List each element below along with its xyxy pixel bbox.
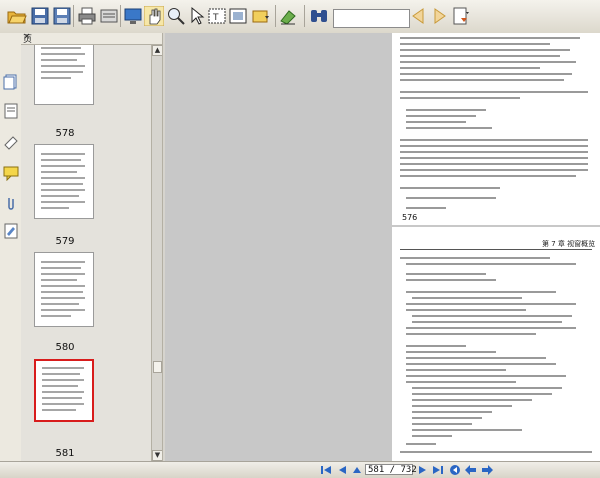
toolbar-separator bbox=[73, 5, 74, 27]
back-arrow-icon[interactable] bbox=[465, 464, 477, 476]
page-up-icon[interactable] bbox=[351, 464, 363, 476]
zoom-tool-icon[interactable] bbox=[166, 6, 186, 26]
svg-text:T: T bbox=[212, 13, 219, 23]
document-view[interactable]: 576 第 7 章 视窗概览 bbox=[165, 33, 600, 461]
search-input[interactable] bbox=[333, 9, 410, 28]
page-thumbnail-panel: 页 × 578 579 580 581 ▲ ▼ bbox=[21, 32, 163, 461]
last-page-icon[interactable] bbox=[432, 464, 444, 476]
comments-icon[interactable] bbox=[3, 165, 19, 181]
attachments-icon[interactable] bbox=[3, 134, 19, 150]
binoculars-icon[interactable] bbox=[309, 6, 329, 26]
page-thumbnail[interactable] bbox=[34, 144, 94, 219]
print-icon[interactable] bbox=[77, 6, 97, 26]
open-folder-icon[interactable] bbox=[7, 6, 27, 26]
status-bar: 581 / 732 bbox=[0, 461, 600, 478]
page-number-input[interactable]: 581 / 732 bbox=[365, 464, 417, 475]
paperclip-icon[interactable] bbox=[3, 195, 19, 211]
toolbar: T bbox=[0, 0, 600, 34]
bookmark-icon[interactable] bbox=[451, 6, 471, 26]
page-number: 576 bbox=[402, 213, 418, 222]
page-thumbnail[interactable] bbox=[34, 252, 94, 327]
eraser-icon[interactable] bbox=[278, 6, 298, 26]
scrollbar-thumb[interactable] bbox=[153, 361, 162, 373]
prev-result-icon[interactable] bbox=[409, 6, 429, 26]
save-icon[interactable] bbox=[30, 6, 50, 26]
select-tool-icon[interactable] bbox=[187, 6, 207, 26]
panel-header: 页 × bbox=[21, 32, 162, 45]
image-select-icon[interactable] bbox=[228, 6, 248, 26]
outline-icon[interactable] bbox=[3, 103, 19, 119]
toolbar-separator bbox=[304, 5, 305, 27]
toolbar-separator bbox=[275, 5, 276, 27]
next-result-icon[interactable] bbox=[429, 6, 449, 26]
snapshot-icon[interactable]: T bbox=[207, 6, 227, 26]
page-thumbnail-label: 578 bbox=[55, 128, 75, 139]
page-thumbnail-label: 579 bbox=[55, 236, 75, 247]
save-as-icon[interactable] bbox=[52, 6, 72, 26]
document-page: 第 7 章 视窗概览 bbox=[392, 227, 600, 461]
print-setup-icon[interactable] bbox=[99, 6, 119, 26]
first-page-icon[interactable] bbox=[320, 464, 332, 476]
page-thumbnail-label: 580 bbox=[55, 342, 75, 353]
close-panel-button[interactable]: × bbox=[23, 32, 158, 42]
prev-page-icon[interactable] bbox=[336, 464, 348, 476]
page-thumbnail-label: 581 bbox=[55, 448, 75, 459]
toolbar-separator bbox=[120, 5, 121, 27]
fit-page-icon[interactable] bbox=[251, 6, 271, 26]
forward-arrow-icon[interactable] bbox=[481, 464, 493, 476]
next-page-icon[interactable] bbox=[417, 464, 429, 476]
page-thumbnail[interactable] bbox=[34, 45, 94, 105]
fullscreen-icon[interactable] bbox=[123, 6, 143, 26]
thumbnail-list: 578 579 580 581 bbox=[21, 45, 151, 461]
signature-icon[interactable] bbox=[3, 223, 19, 239]
page-header: 第 7 章 视窗概览 bbox=[542, 240, 596, 248]
back-icon[interactable] bbox=[449, 464, 461, 476]
pages-icon[interactable] bbox=[3, 74, 19, 90]
document-page: 576 bbox=[392, 33, 600, 225]
sidebar-tab-strip bbox=[0, 33, 22, 461]
hand-tool-icon[interactable] bbox=[144, 6, 164, 26]
page-thumbnail-selected[interactable] bbox=[34, 359, 94, 422]
